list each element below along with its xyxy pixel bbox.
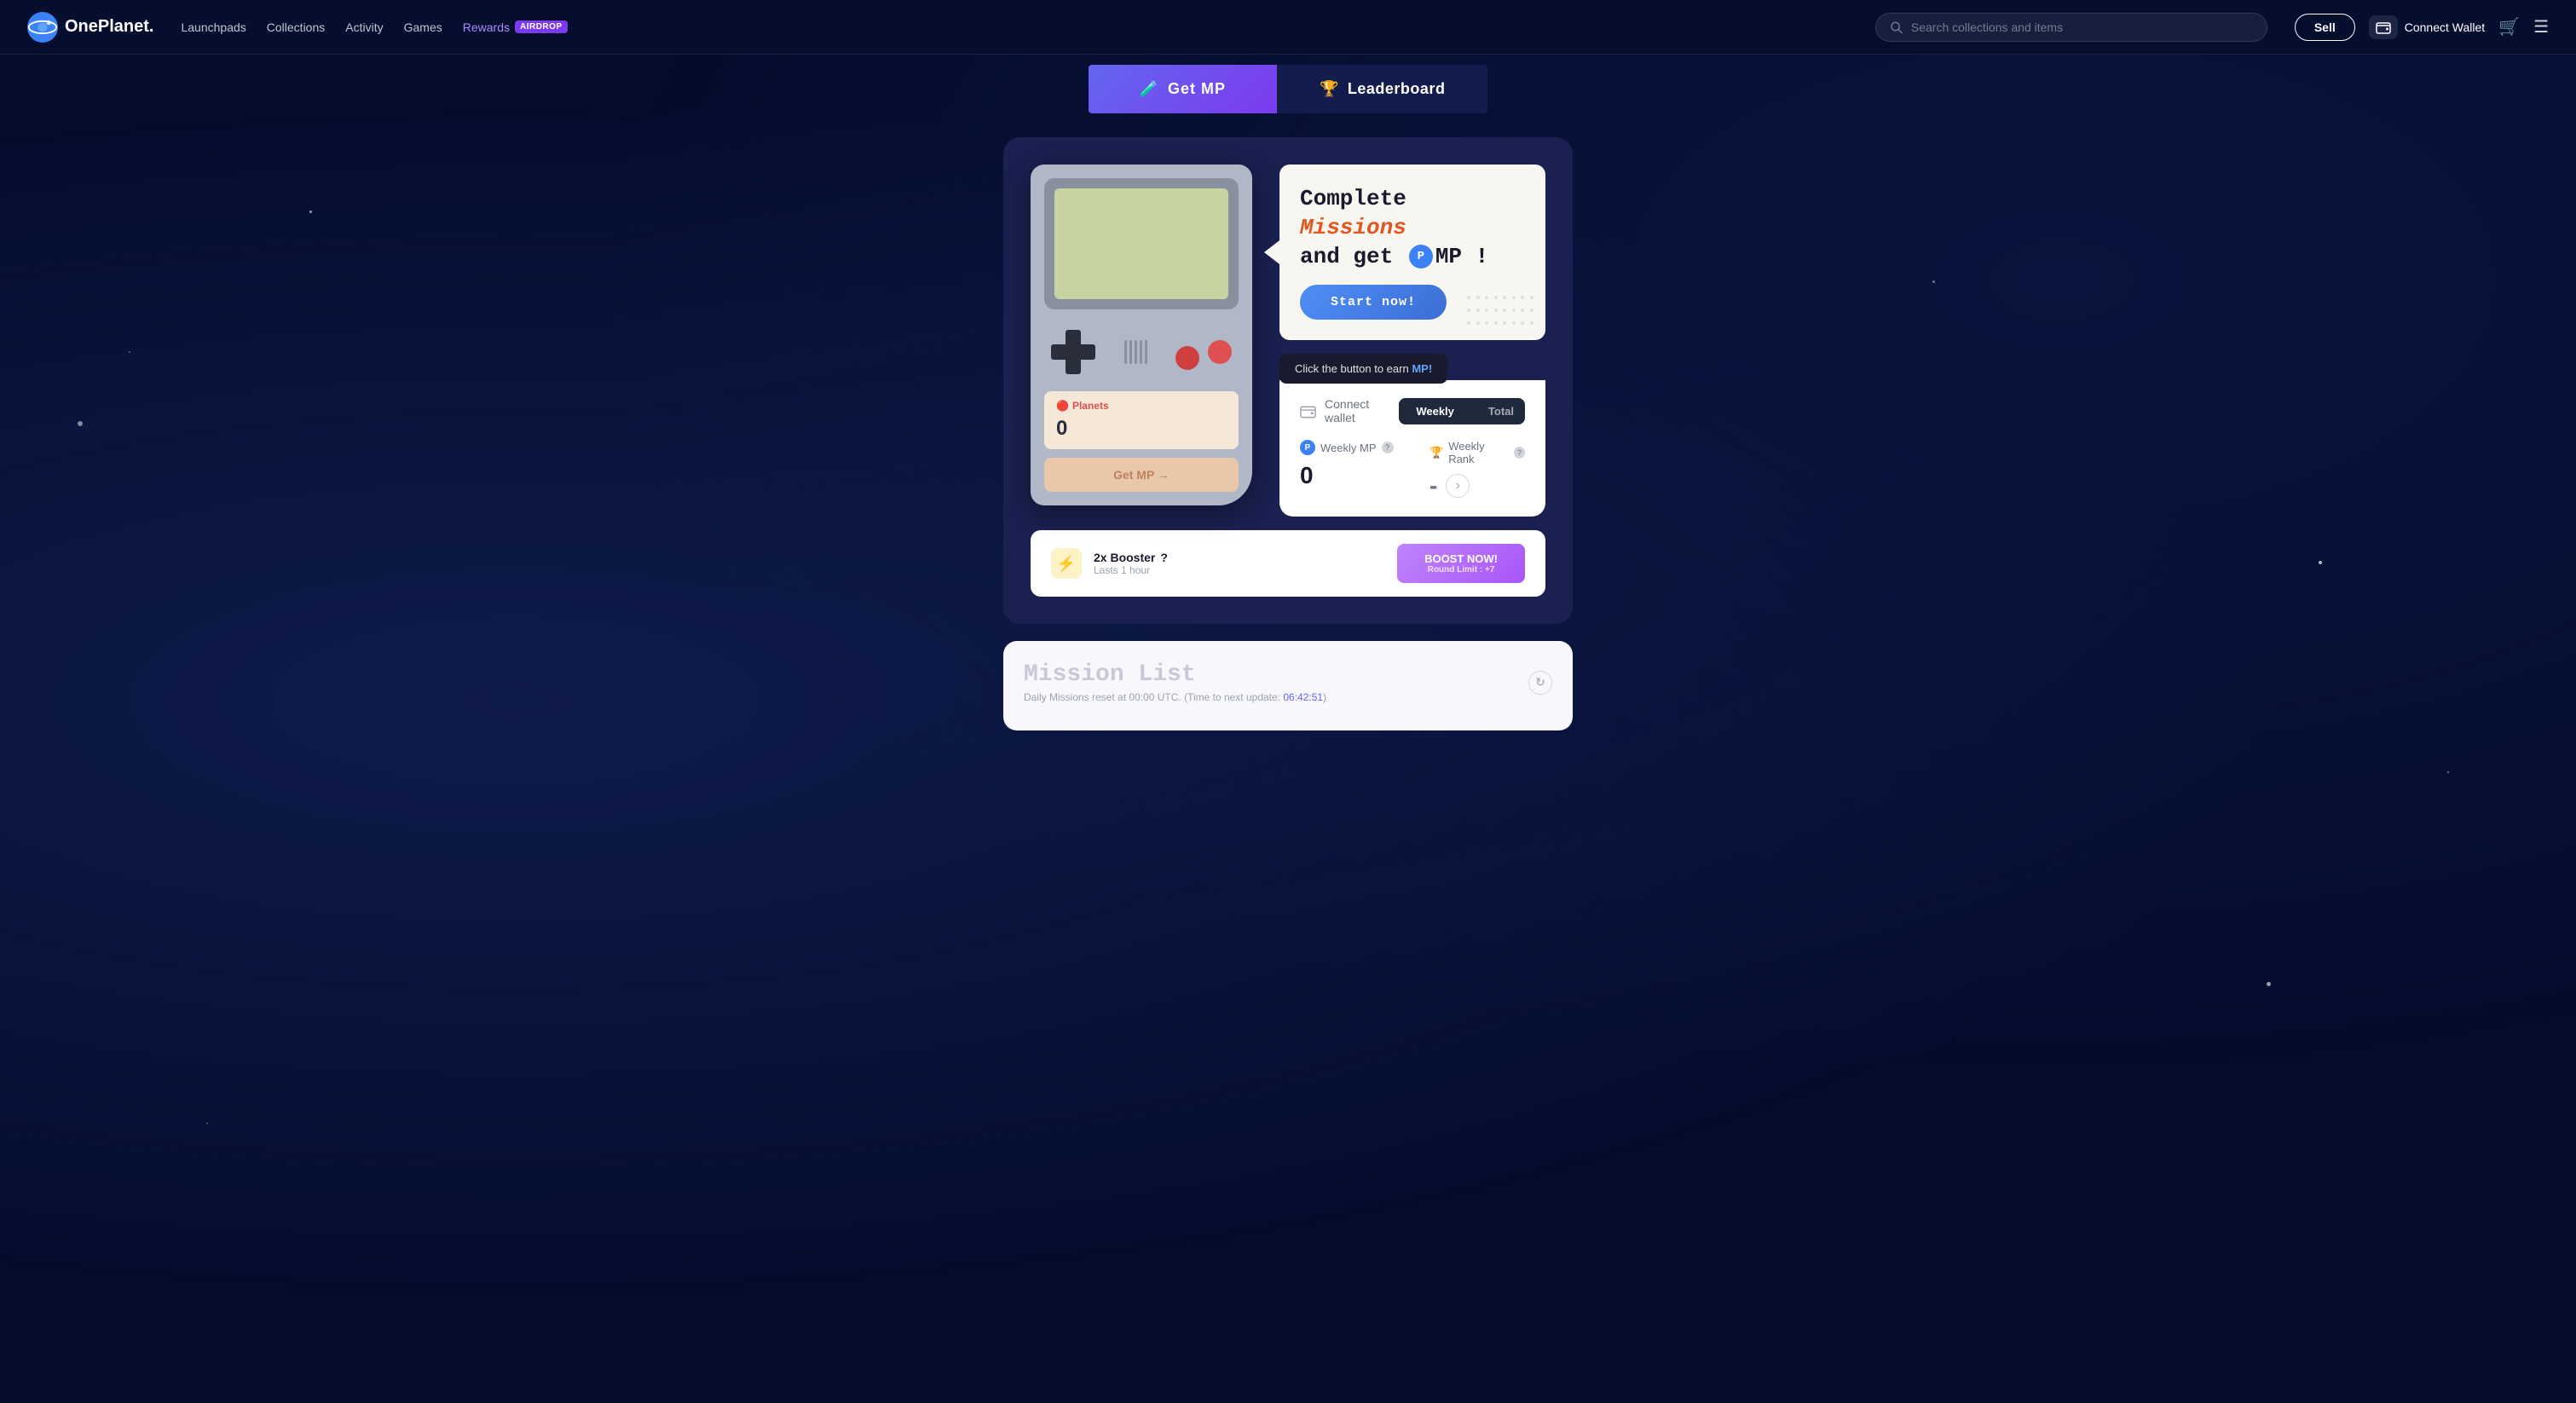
wallet-icon bbox=[2376, 20, 2391, 34]
sell-button[interactable]: Sell bbox=[2295, 14, 2355, 41]
mission-title: Complete Missions and get PMP ! bbox=[1300, 185, 1525, 271]
gameboy: 🔴 Planets 0 Get MP → bbox=[1031, 165, 1252, 505]
get-mp-tab[interactable]: 🧪 Get MP bbox=[1089, 65, 1277, 113]
nav-rewards[interactable]: Rewards AIRDROP bbox=[463, 20, 568, 34]
main-content: 🧪 Get MP 🏆 Leaderboard bbox=[0, 55, 2576, 765]
navbar: OnePlanet. Launchpads Collections Activi… bbox=[0, 0, 2576, 55]
p-badge-icon: P bbox=[1300, 440, 1315, 455]
boost-limit: Round Limit : +7 bbox=[1424, 565, 1498, 574]
weekly-rank-value: - bbox=[1430, 472, 1437, 499]
stats-row: P Weekly MP ? 0 🏆 Weekly Rank bbox=[1300, 440, 1525, 499]
weekly-rank-label: 🏆 Weekly Rank ? bbox=[1430, 440, 1525, 465]
tooltip-bar: Click the button to earn MP! bbox=[1279, 354, 1447, 384]
booster-title: 2x Booster ? bbox=[1094, 551, 1168, 564]
search-bar[interactable] bbox=[1875, 13, 2267, 42]
tooltip-mp: MP! bbox=[1412, 362, 1432, 375]
trophy-small-icon: 🏆 bbox=[1430, 446, 1443, 459]
mission-info-area: Complete Missions and get PMP ! Start no… bbox=[1279, 165, 1545, 517]
weekly-mp-value: 0 bbox=[1300, 462, 1395, 489]
stats-section: Connect wallet Weekly Total P bbox=[1279, 380, 1545, 517]
start-now-button[interactable]: Start now! bbox=[1300, 285, 1447, 320]
mission-list-title: Mission List bbox=[1024, 661, 1326, 688]
logo-text: OnePlanet. bbox=[65, 17, 153, 37]
stat-rank: - › bbox=[1430, 472, 1525, 499]
tab-total[interactable]: Total bbox=[1471, 398, 1525, 424]
connect-wallet-label: Connect wallet bbox=[1300, 397, 1399, 424]
planet-icon: 🔴 bbox=[1056, 400, 1069, 412]
nav-games[interactable]: Games bbox=[404, 20, 442, 34]
stats-top: Connect wallet Weekly Total bbox=[1300, 397, 1525, 424]
speaker-lines bbox=[1124, 340, 1147, 364]
lightning-wrap: ⚡ bbox=[1051, 548, 1082, 579]
boost-now-button[interactable]: BOOST NOW! Round Limit : +7 bbox=[1397, 544, 1525, 583]
card-top: 🔴 Planets 0 Get MP → Complete Missions a… bbox=[1031, 165, 1545, 517]
b-button[interactable] bbox=[1175, 346, 1199, 370]
tab-weekly[interactable]: Weekly bbox=[1399, 398, 1471, 424]
connect-wallet-button[interactable]: Connect Wallet bbox=[2369, 15, 2485, 39]
speaker-line bbox=[1124, 340, 1127, 364]
dot-pattern bbox=[1467, 296, 1535, 330]
mission-list-subtitle: Daily Missions reset at 00:00 UTC. (Time… bbox=[1024, 691, 1326, 703]
booster-duration: Lasts 1 hour bbox=[1094, 564, 1168, 576]
dpad-vertical bbox=[1066, 330, 1081, 374]
weekly-rank-block: 🏆 Weekly Rank ? - › bbox=[1430, 440, 1525, 499]
weekly-mp-block: P Weekly MP ? 0 bbox=[1300, 440, 1395, 499]
booster-info-icon[interactable]: ? bbox=[1160, 551, 1168, 564]
mission-list-inner: Mission List Daily Missions reset at 00:… bbox=[1003, 641, 1573, 730]
p-icon: P bbox=[1409, 245, 1433, 268]
main-card-container: 🔴 Planets 0 Get MP → Complete Missions a… bbox=[990, 137, 1586, 624]
speaker-line bbox=[1129, 340, 1132, 364]
nav-collections[interactable]: Collections bbox=[267, 20, 325, 34]
gameboy-screen-bezel bbox=[1044, 178, 1239, 309]
booster-section: ⚡ 2x Booster ? Lasts 1 hour BOOST NOW! R… bbox=[1031, 530, 1545, 597]
mission-list-header: Mission List Daily Missions reset at 00:… bbox=[1024, 661, 1552, 703]
cart-icon[interactable]: 🛒 bbox=[2498, 16, 2520, 38]
weekly-mp-label: P Weekly MP ? bbox=[1300, 440, 1395, 455]
weekly-rank-info-icon[interactable]: ? bbox=[1514, 447, 1525, 459]
leaderboard-tab[interactable]: 🏆 Leaderboard bbox=[1277, 65, 1487, 113]
main-card: 🔴 Planets 0 Get MP → Complete Missions a… bbox=[1003, 137, 1573, 624]
mission-list-title-area: Mission List Daily Missions reset at 00:… bbox=[1024, 661, 1326, 703]
speaker-line bbox=[1135, 340, 1137, 364]
ab-buttons bbox=[1175, 334, 1232, 370]
logo-icon bbox=[27, 12, 58, 43]
search-icon bbox=[1890, 20, 1903, 34]
logo[interactable]: OnePlanet. bbox=[27, 12, 153, 43]
booster-info: 2x Booster ? Lasts 1 hour bbox=[1094, 551, 1168, 576]
dpad bbox=[1051, 330, 1095, 374]
planets-label: 🔴 Planets bbox=[1056, 400, 1227, 412]
a-button[interactable] bbox=[1208, 340, 1232, 364]
lightning-icon: ⚡ bbox=[1057, 555, 1076, 573]
search-input[interactable] bbox=[1911, 20, 2253, 34]
missions-highlight: Missions bbox=[1300, 215, 1406, 240]
airdrop-badge: AIRDROP bbox=[515, 20, 568, 33]
wallet-gray-icon bbox=[1300, 403, 1316, 419]
refresh-icon[interactable]: ↻ bbox=[1528, 671, 1552, 695]
mission-list-card: Mission List Daily Missions reset at 00:… bbox=[990, 641, 1586, 730]
stats-tab-group: Weekly Total bbox=[1399, 398, 1525, 424]
trophy-icon-tab: 🏆 bbox=[1320, 80, 1339, 98]
get-mp-bar[interactable]: Get MP → bbox=[1044, 458, 1239, 492]
flask-icon: 🧪 bbox=[1140, 80, 1159, 98]
gameboy-controls bbox=[1044, 323, 1239, 388]
speaker-line bbox=[1145, 340, 1147, 364]
nav-right: Sell Connect Wallet 🛒 ☰ bbox=[2295, 14, 2549, 41]
hero-tabs: 🧪 Get MP 🏆 Leaderboard bbox=[0, 55, 2576, 113]
nav-activity[interactable]: Activity bbox=[345, 20, 383, 34]
menu-icon[interactable]: ☰ bbox=[2533, 16, 2549, 38]
nav-links: Launchpads Collections Activity Games Re… bbox=[181, 20, 1847, 34]
booster-left: ⚡ 2x Booster ? Lasts 1 hour bbox=[1051, 548, 1168, 579]
gameboy-screen bbox=[1054, 188, 1228, 299]
mission-card: Complete Missions and get PMP ! Start no… bbox=[1279, 165, 1545, 340]
mission-list-time: 06:42:51 bbox=[1283, 691, 1323, 703]
planets-value: 0 bbox=[1056, 417, 1227, 441]
nav-launchpads[interactable]: Launchpads bbox=[181, 20, 245, 34]
wallet-icon-wrap bbox=[2369, 15, 2398, 39]
speaker-line bbox=[1140, 340, 1142, 364]
weekly-mp-info-icon[interactable]: ? bbox=[1382, 442, 1394, 453]
rank-arrow-button[interactable]: › bbox=[1446, 474, 1470, 498]
gameboy-info: 🔴 Planets 0 bbox=[1044, 391, 1239, 449]
